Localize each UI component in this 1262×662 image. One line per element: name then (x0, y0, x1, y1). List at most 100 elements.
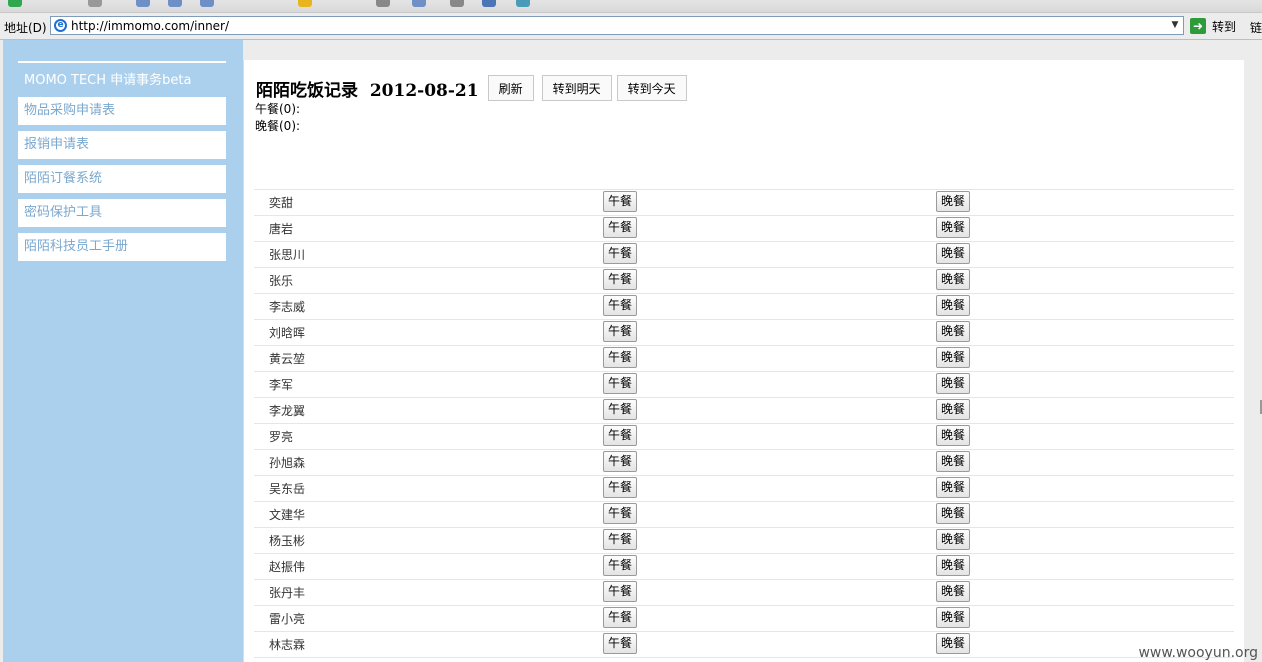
table-row: 李军 午餐 晚餐 (254, 372, 1234, 398)
table-row: 李龙翼 午餐 晚餐 (254, 398, 1234, 424)
search-icon[interactable] (168, 0, 182, 7)
lunch-button[interactable]: 午餐 (603, 633, 638, 654)
dinner-button[interactable]: 晚餐 (936, 373, 971, 394)
go-tomorrow-button[interactable]: 转到明天 (541, 75, 612, 101)
lunch-button[interactable]: 午餐 (603, 451, 638, 472)
sidebar-item-password-tool[interactable]: 密码保护工具 (18, 199, 226, 227)
dinner-button[interactable]: 晚餐 (936, 529, 971, 550)
lunch-button[interactable]: 午餐 (603, 243, 638, 264)
table-row: 奕甜 午餐 晚餐 (254, 190, 1234, 216)
lunch-button[interactable]: 午餐 (603, 347, 638, 368)
refresh-button[interactable]: 刷新 (487, 75, 534, 101)
dinner-button[interactable]: 晚餐 (936, 607, 971, 628)
print-icon[interactable] (450, 0, 464, 7)
lunch-button[interactable]: 午餐 (603, 191, 638, 212)
lunch-button[interactable]: 午餐 (603, 295, 638, 316)
person-name: 雷小亮 (269, 612, 306, 626)
person-name: 李龙翼 (269, 404, 306, 418)
sidebar-title: MOMO TECH 申请事务beta (18, 61, 226, 88)
dinner-count: 晚餐(0): (255, 119, 301, 133)
main-content: 陌陌吃饭记录 2012-08-21 刷新 转到明天 转到今天 午餐(0): 晚餐… (243, 60, 1244, 662)
lunch-button[interactable]: 午餐 (603, 607, 638, 628)
lunch-button[interactable]: 午餐 (603, 555, 638, 576)
go-button[interactable]: ➜ 转到 (1190, 16, 1236, 36)
edit-icon[interactable] (482, 0, 496, 7)
address-box[interactable]: e ▼ (50, 16, 1184, 35)
person-name: 吴东岳 (269, 482, 306, 496)
back-icon[interactable] (8, 0, 22, 7)
person-name: 李志威 (269, 300, 306, 314)
dinner-button[interactable]: 晚餐 (936, 555, 971, 576)
lunch-button[interactable]: 午餐 (603, 269, 638, 290)
table-row: 张丹丰 午餐 晚餐 (254, 580, 1234, 606)
ie-page-icon: e (54, 19, 67, 32)
page-area: MOMO TECH 申请事务beta 物品采购申请表 报销申请表 陌陌订餐系统 … (0, 40, 1262, 662)
person-name: 奕甜 (269, 196, 294, 210)
address-input[interactable] (71, 18, 1151, 33)
page-title-text: 陌陌吃饭记录 (256, 80, 358, 101)
favorites-icon[interactable] (200, 0, 214, 7)
lunch-button[interactable]: 午餐 (603, 425, 638, 446)
sidebar-item-ordering[interactable]: 陌陌订餐系统 (18, 165, 226, 193)
go-label: 转到 (1212, 19, 1237, 34)
history-icon[interactable] (376, 0, 390, 7)
person-name: 黄云堃 (269, 352, 306, 366)
dinner-button[interactable]: 晚餐 (936, 581, 971, 602)
mail-icon[interactable] (412, 0, 426, 7)
lunch-button[interactable]: 午餐 (603, 477, 638, 498)
person-name: 林志霖 (269, 638, 306, 652)
lunch-count: 午餐(0): (255, 102, 301, 116)
sidebar-item-handbook[interactable]: 陌陌科技员工手册 (18, 233, 226, 261)
table-row: 刘晗晖 午餐 晚餐 (254, 320, 1234, 346)
chevron-down-icon[interactable]: ▼ (1169, 18, 1181, 33)
dinner-button[interactable]: 晚餐 (936, 269, 971, 290)
page-date: 2012-08-21 (369, 80, 479, 101)
lunch-button[interactable]: 午餐 (603, 373, 638, 394)
lunch-button[interactable]: 午餐 (603, 529, 638, 550)
dinner-button[interactable]: 晚餐 (936, 633, 971, 654)
page-title: 陌陌吃饭记录 2012-08-21 (256, 76, 479, 101)
lunch-button[interactable]: 午餐 (603, 581, 638, 602)
table-row: 文建华 午餐 晚餐 (254, 502, 1234, 528)
watermark: www.wooyun.org (1138, 645, 1258, 661)
person-name: 张乐 (269, 274, 294, 288)
sidebar: MOMO TECH 申请事务beta 物品采购申请表 报销申请表 陌陌订餐系统 … (3, 40, 243, 662)
lunch-button[interactable]: 午餐 (603, 503, 638, 524)
dinner-button[interactable]: 晚餐 (936, 243, 971, 264)
sidebar-item-purchase[interactable]: 物品采购申请表 (18, 97, 226, 125)
messenger-icon[interactable] (516, 0, 530, 7)
person-name: 唐岩 (269, 222, 294, 236)
table-row: 吴东岳 午餐 晚餐 (254, 476, 1234, 502)
home-icon[interactable] (136, 0, 150, 7)
dinner-button[interactable]: 晚餐 (936, 295, 971, 316)
title-row: 陌陌吃饭记录 2012-08-21 刷新 转到明天 转到今天 (256, 75, 687, 101)
person-name: 杨玉彬 (269, 534, 306, 548)
person-name: 罗亮 (269, 430, 294, 444)
star-icon[interactable] (298, 0, 312, 7)
dinner-button[interactable]: 晚餐 (936, 451, 971, 472)
links-label[interactable]: 链 (1250, 19, 1262, 36)
dinner-button[interactable]: 晚餐 (936, 217, 971, 238)
sidebar-item-reimbursement[interactable]: 报销申请表 (18, 131, 226, 159)
table-row: 张思川 午餐 晚餐 (254, 242, 1234, 268)
dinner-button[interactable]: 晚餐 (936, 347, 971, 368)
lunch-button[interactable]: 午餐 (603, 217, 638, 238)
lunch-button[interactable]: 午餐 (603, 321, 638, 342)
dinner-button[interactable]: 晚餐 (936, 503, 971, 524)
stop-icon[interactable] (88, 0, 102, 7)
address-label: 地址(D) (4, 21, 47, 35)
person-name: 文建华 (269, 508, 306, 522)
table-row: 罗亮 午餐 晚餐 (254, 424, 1234, 450)
table-row: 雷小亮 午餐 晚餐 (254, 606, 1234, 632)
lunch-button[interactable]: 午餐 (603, 399, 638, 420)
table-row: 林志霖 午餐 晚餐 (254, 632, 1234, 658)
dinner-button[interactable]: 晚餐 (936, 321, 971, 342)
dinner-button[interactable]: 晚餐 (936, 477, 971, 498)
dinner-button[interactable]: 晚餐 (936, 399, 971, 420)
person-name: 赵振伟 (269, 560, 306, 574)
dinner-button[interactable]: 晚餐 (936, 425, 971, 446)
address-bar: 地址(D) e ▼ ➜ 转到 链 (0, 13, 1262, 40)
go-today-button[interactable]: 转到今天 (616, 75, 687, 101)
dinner-button[interactable]: 晚餐 (936, 191, 971, 212)
person-name: 孙旭森 (269, 456, 306, 470)
